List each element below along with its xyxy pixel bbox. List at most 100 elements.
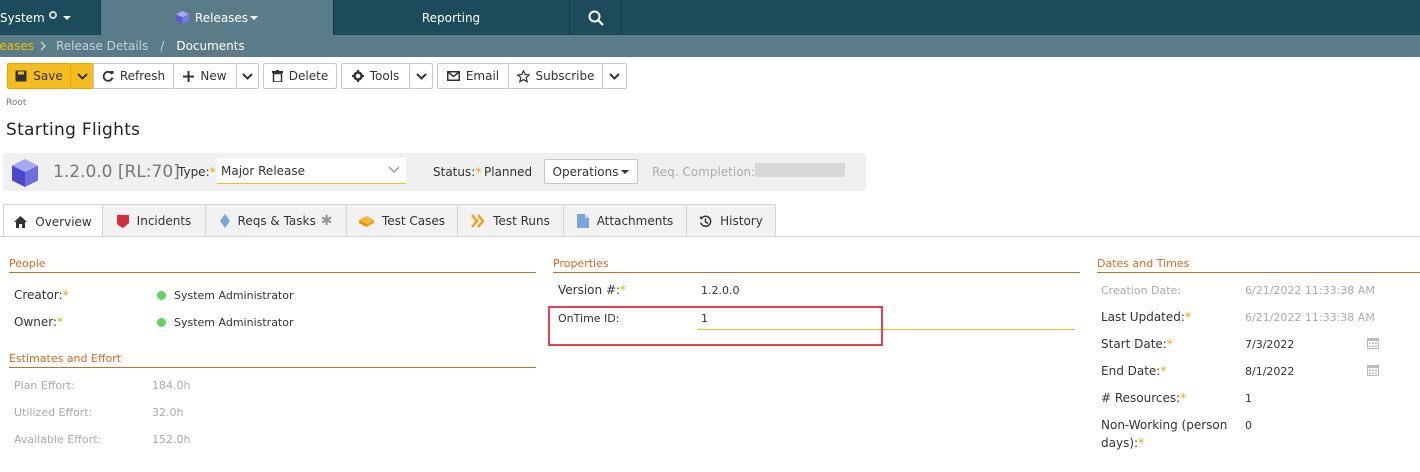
required-marker: * — [62, 288, 69, 302]
tab-reqs-tasks[interactable]: Reqs & Tasks ✱ — [205, 204, 347, 237]
tab-history[interactable]: History — [686, 204, 776, 237]
chevron-down-icon — [609, 72, 620, 80]
creator-value[interactable]: System Administrator — [157, 289, 294, 302]
chevron-down-icon — [388, 166, 400, 174]
nav-reporting[interactable]: Reporting — [334, 0, 568, 35]
end-date-input[interactable]: 8/1/2022 — [1245, 365, 1294, 378]
tab-overview-label: Overview — [35, 214, 92, 229]
required-marker: * — [209, 165, 216, 179]
tools-label: Tools — [369, 69, 400, 83]
calendar-icon[interactable] — [1367, 337, 1379, 349]
subscribe-label: Subscribe — [535, 69, 595, 83]
calendar-icon[interactable] — [1367, 364, 1379, 376]
envelope-icon — [446, 71, 460, 81]
new-options-button[interactable] — [236, 63, 259, 89]
home-icon — [14, 215, 28, 228]
email-label: Email — [465, 69, 500, 83]
utilized-effort-value: 32.0h — [152, 406, 184, 419]
email-button[interactable]: Email — [437, 63, 509, 89]
tab-overview[interactable]: Overview — [3, 204, 103, 238]
tab-test-cases-label: Test Cases — [381, 214, 446, 228]
nav-releases-menu[interactable]: Releases — [101, 0, 333, 35]
new-button[interactable]: New — [173, 63, 237, 89]
refresh-button[interactable]: Refresh — [93, 63, 174, 89]
gear-icon — [351, 70, 364, 82]
highlight-box — [548, 306, 883, 346]
tab-test-runs[interactable]: Test Runs — [457, 204, 564, 237]
chevron-down-icon — [76, 72, 88, 80]
owner-value[interactable]: System Administrator — [157, 316, 294, 329]
trash-icon — [271, 70, 283, 82]
save-button[interactable]: Save — [7, 63, 71, 89]
required-marker: * — [57, 315, 64, 329]
operations-label: Operations — [552, 164, 619, 179]
tools-options-button[interactable] — [409, 63, 433, 89]
release-cube-icon — [175, 11, 189, 24]
plus-icon — [183, 70, 195, 82]
required-marker: * — [1184, 310, 1191, 324]
operations-button[interactable]: Operations — [544, 159, 638, 184]
tools-button[interactable]: Tools — [341, 63, 410, 89]
save-options-button[interactable] — [70, 63, 94, 89]
breadcrumb-release-details-link[interactable]: Release Details — [56, 39, 148, 53]
required-marker: * — [1180, 391, 1187, 405]
subscribe-options-button[interactable] — [602, 63, 627, 89]
tab-test-cases[interactable]: Test Cases — [346, 204, 458, 237]
online-status-icon — [157, 318, 166, 327]
star-icon — [516, 69, 530, 83]
available-effort-value: 152.0h — [152, 433, 191, 446]
delete-label: Delete — [288, 69, 329, 83]
req-completion-bar — [755, 163, 845, 177]
delete-button[interactable]: Delete — [263, 63, 337, 89]
nav-system-label: System — [0, 10, 45, 25]
end-date-label: End Date:* — [1101, 364, 1167, 378]
tab-incidents-label: Incidents — [136, 214, 192, 228]
type-label: Type:* — [178, 165, 216, 179]
tab-history-label: History — [720, 214, 763, 228]
requirement-diamond-icon — [219, 214, 230, 228]
chevron-down-icon — [250, 15, 259, 20]
estimates-section-heading: Estimates and Effort — [9, 352, 536, 368]
people-section-heading: People — [9, 257, 536, 273]
non-working-input[interactable]: 0 — [1245, 419, 1252, 432]
tab-attachments-label: Attachments — [596, 214, 674, 228]
tab-test-runs-label: Test Runs — [493, 214, 550, 228]
resources-input[interactable]: 1 — [1245, 392, 1252, 405]
properties-section-heading: Properties — [553, 257, 1080, 273]
release-version: 1.2.0.0 [RL:70] — [53, 162, 180, 182]
creator-label: Creator:* — [14, 288, 69, 302]
page-title[interactable]: Starting Flights — [6, 120, 140, 140]
breadcrumb-separator: / — [160, 39, 165, 53]
new-label: New — [200, 69, 227, 83]
version-label: Version #:* — [558, 283, 627, 297]
creation-date-value: 6/21/2022 11:33:38 AM — [1245, 284, 1375, 297]
last-updated-value: 6/21/2022 11:33:38 AM — [1245, 311, 1375, 324]
asterisk-icon: ✱ — [320, 213, 333, 229]
required-marker: * — [1138, 436, 1145, 450]
chevron-down-icon — [415, 72, 427, 80]
last-updated-label: Last Updated:* — [1101, 310, 1191, 324]
tab-divider — [0, 236, 1420, 237]
folder-root-link[interactable]: Root — [6, 98, 26, 108]
start-date-input[interactable]: 7/3/2022 — [1245, 338, 1294, 351]
nav-system-menu[interactable]: System — [0, 0, 100, 35]
non-working-label-line2: days):* — [1101, 436, 1145, 450]
req-completion-label: Req. Completion: — [652, 165, 756, 179]
tab-incidents[interactable]: Incidents — [102, 204, 206, 237]
start-date-label: Start Date:* — [1101, 337, 1173, 351]
chevron-down-icon — [242, 72, 253, 80]
status-value: Planned — [484, 165, 533, 179]
nav-search-button[interactable] — [569, 0, 622, 35]
owner-label: Owner:* — [14, 315, 64, 329]
type-select[interactable]: Major Release — [217, 158, 406, 184]
required-marker: * — [1166, 337, 1173, 351]
refresh-label: Refresh — [119, 69, 166, 83]
status-label: Status:* — [433, 165, 482, 179]
breadcrumb-releases-link[interactable]: leases — [0, 39, 34, 53]
resources-label: # Resources:* — [1101, 391, 1187, 405]
subscribe-button[interactable]: Subscribe — [508, 63, 603, 89]
creation-date-label: Creation Date: — [1101, 284, 1182, 297]
test-case-icon — [358, 215, 374, 227]
search-icon — [588, 10, 604, 26]
tab-attachments[interactable]: Attachments — [563, 204, 687, 237]
